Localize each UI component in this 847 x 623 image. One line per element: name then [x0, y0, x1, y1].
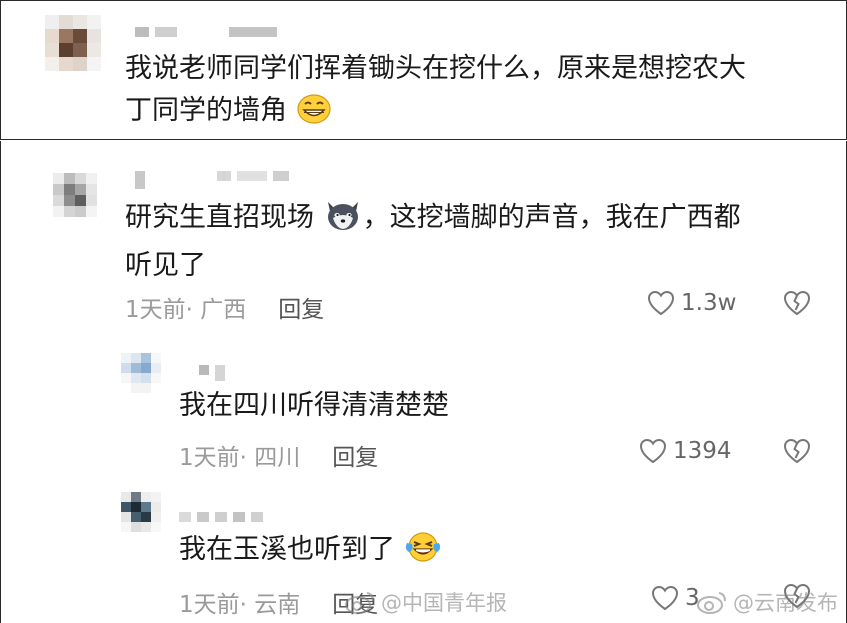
reply-time: 1天前 [179, 592, 240, 618]
reply-location: · 四川 [239, 445, 301, 471]
username-blurred[interactable] [135, 27, 277, 37]
watermark-right-text: @云南发布 [733, 591, 838, 615]
avatar[interactable] [45, 15, 101, 71]
reply-text: 我在四川听得清清楚楚 [179, 385, 449, 427]
grinning-face-emoji-icon [296, 93, 332, 138]
comment-text-line2: 丁同学的墙角 [125, 95, 287, 126]
watermark-left-text: @中国青年报 [381, 591, 507, 615]
reply-button[interactable]: 回复 [278, 290, 324, 324]
avatar[interactable] [53, 173, 97, 217]
comment-card-top: 我说老师同学们挥着锄头在挖什么，原来是想挖农大 丁同学的墙角 [0, 0, 847, 140]
heart-icon [647, 290, 675, 316]
like-button[interactable]: 1.3w [647, 290, 736, 316]
dislike-button[interactable] [783, 438, 811, 468]
broken-heart-icon [783, 290, 811, 316]
dislike-button[interactable] [783, 290, 811, 320]
comment-text-line1: 研究生直招现场 [125, 202, 314, 233]
comment-text-line2: 听见了 [125, 250, 206, 281]
like-count: 1394 [673, 438, 732, 464]
username-blurred[interactable] [179, 512, 263, 522]
comment-thread-panel: 研究生直招现场 ，这挖墙脚的声音，我在广西都 听见了 1天前 · 广西 回复 1… [0, 141, 847, 623]
weibo-logo-icon [697, 592, 726, 614]
dog-face-emoji-icon [323, 198, 363, 245]
like-button[interactable]: 1394 [639, 438, 732, 464]
reply-text-line: 我在四川听得清清楚楚 [179, 390, 449, 421]
comment-time: 1天前 [125, 297, 186, 323]
heart-icon [639, 438, 667, 464]
laughing-tears-emoji-icon [404, 530, 442, 577]
comment-text: 我说老师同学们挥着锄头在挖什么，原来是想挖农大 丁同学的墙角 [125, 48, 746, 138]
reply-text: 我在玉溪也听到了 [179, 529, 442, 577]
reply-location: · 云南 [239, 592, 301, 618]
avatar[interactable] [121, 492, 161, 532]
reply-text-line: 我在玉溪也听到了 [179, 534, 395, 565]
avatar[interactable] [121, 353, 161, 393]
heart-icon [651, 585, 679, 611]
comment-text: 研究生直招现场 ，这挖墙脚的声音，我在广西都 听见了 [125, 197, 741, 287]
comment-meta: 1天前 · 广西 回复 [125, 290, 324, 324]
comment-text-line1: 我说老师同学们挥着锄头在挖什么，原来是想挖农大 [125, 53, 746, 84]
broken-heart-icon [783, 438, 811, 464]
username-blurred[interactable] [135, 171, 289, 189]
like-count: 1.3w [681, 290, 737, 316]
username-blurred[interactable] [199, 365, 225, 381]
reply-button[interactable]: 回复 [332, 438, 378, 472]
comment-text-line1-rest: ，这挖墙脚的声音，我在广西都 [362, 202, 741, 233]
comment-location: · 广西 [185, 297, 247, 323]
watermark-right: @云南发布 [695, 587, 838, 617]
reply-meta: 1天前 · 四川 回复 [179, 438, 378, 472]
watermark-left: @中国青年报 [343, 587, 507, 617]
screenshot-frame: 我说老师同学们挥着锄头在挖什么，原来是想挖农大 丁同学的墙角 研究生直招现场 ，… [0, 0, 847, 623]
like-button[interactable]: 3 [651, 585, 700, 611]
reply-time: 1天前 [179, 445, 240, 471]
weibo-logo-icon [345, 592, 374, 614]
